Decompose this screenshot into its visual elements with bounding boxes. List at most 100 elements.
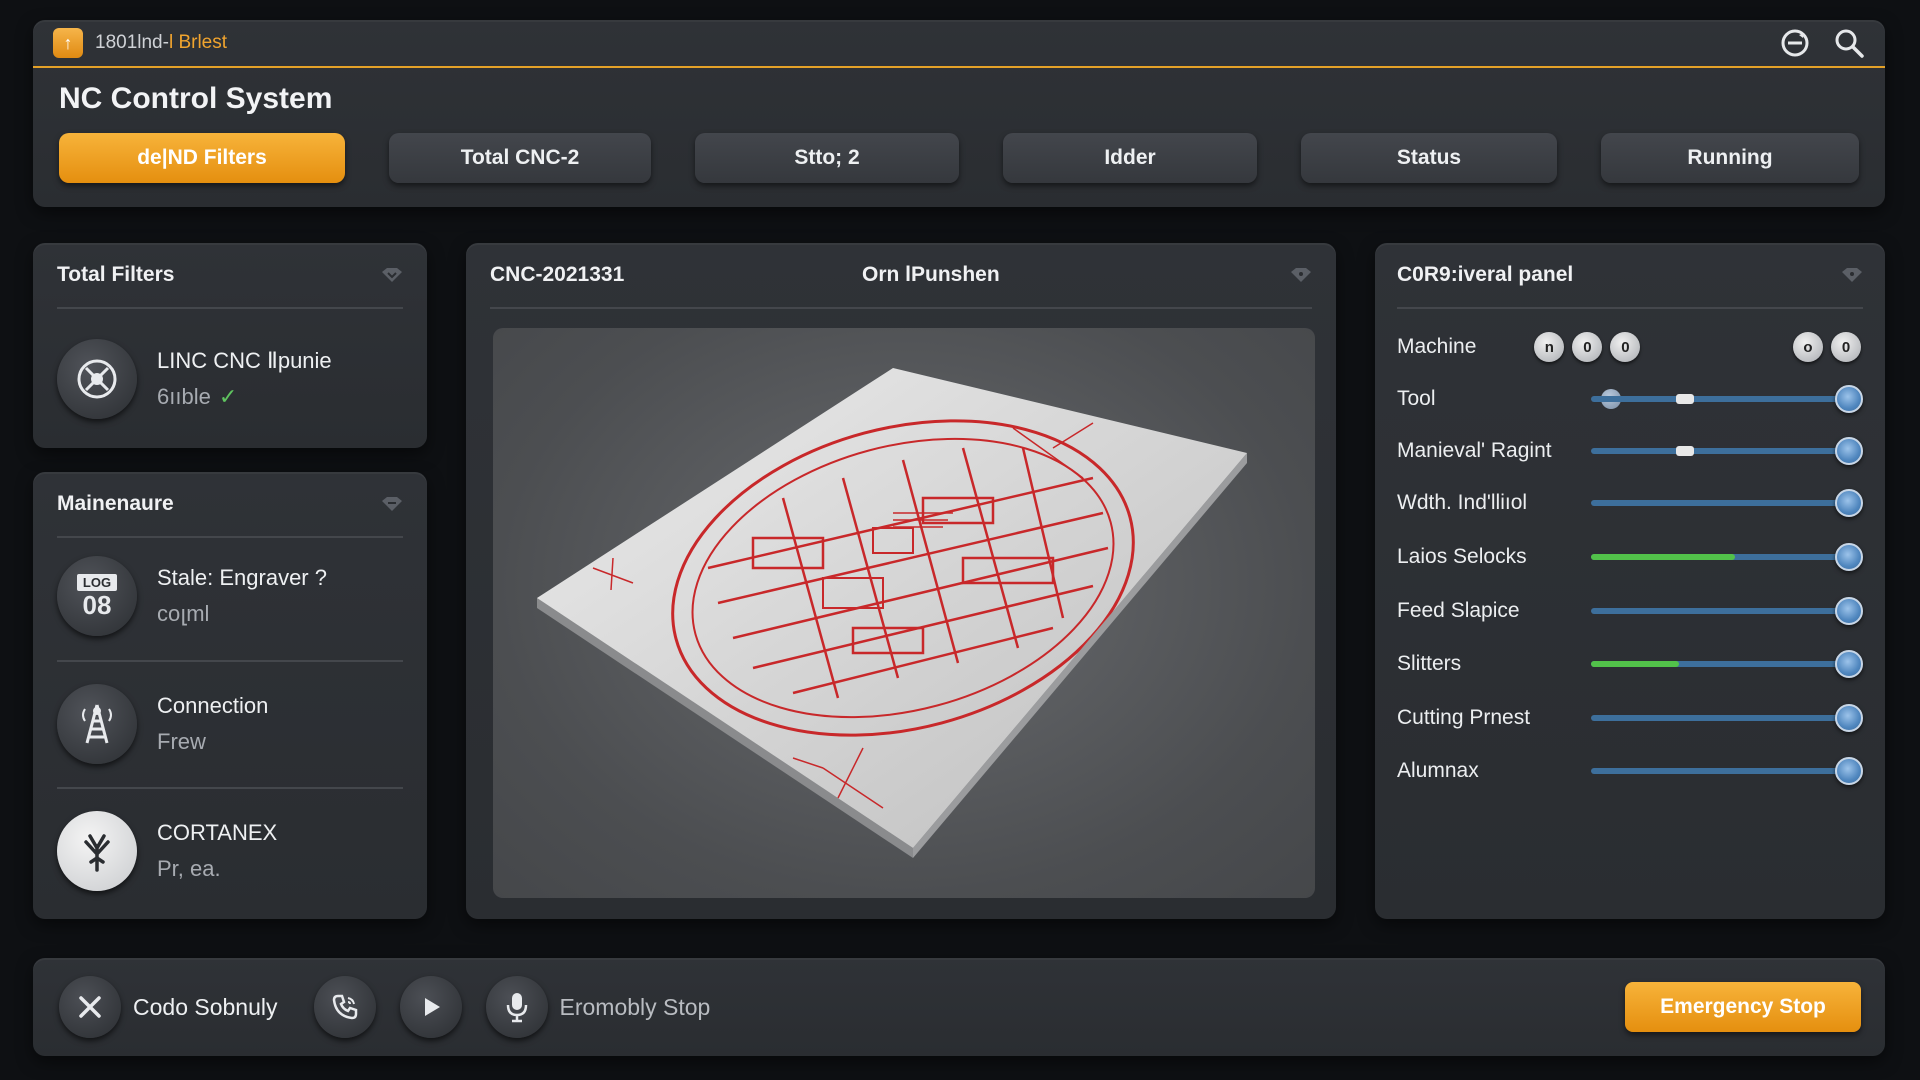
control-row: Laios Selocks [1397,537,1863,577]
machine-label: Machine [1397,335,1477,358]
app-logo-icon: ↑ [53,28,83,58]
list-item[interactable]: LOG 08 Stale: Engraver ? coլml [57,536,403,656]
app-name-prefix: 1801lnd- [95,32,169,53]
log-icon-number: 08 [82,589,112,620]
play-button[interactable] [399,976,462,1038]
slider-notch [1676,446,1694,456]
tree-icon [57,811,137,891]
control-row: Tool [1397,379,1863,419]
microphone-label: Eromobly Stop [559,993,711,1020]
search-icon[interactable] [1833,27,1865,59]
slider-thumb[interactable] [1835,650,1863,678]
machine-knob[interactable]: n [1534,332,1565,362]
maintenance-panel: Mainenaure LOG 08 Stale: Engraver ? coլm… [33,472,427,919]
slider-thumb[interactable] [1835,704,1863,732]
phone-icon [332,994,357,1020]
control-panel-title: C0R9:iveral panel [1397,263,1574,286]
workpiece-drawing[interactable] [493,328,1315,898]
control-panel: C0R9:iveral panel Machine n 0 0 o 0 Tool… [1375,243,1885,919]
close-label: Codo Sobnuly [133,993,278,1020]
control-slider[interactable] [1591,597,1863,625]
control-row: Cutting Prnest [1397,698,1863,738]
control-row: Feed Slapice [1397,591,1863,631]
machine-knob[interactable]: 0 [1610,332,1641,362]
item-sub: Frew [157,729,206,754]
item-name: CORTANEX [157,820,278,845]
list-item[interactable]: CORTANEX Pr, ea. [57,791,403,911]
item-sub: coլml [157,601,210,626]
collapse-icon[interactable] [1841,267,1863,283]
preview-panel-header: CNC-2021331 Orn lPunshen [490,243,1312,309]
collapse-icon[interactable] [381,496,403,512]
slider-thumb[interactable] [1835,543,1863,571]
tab-stto[interactable]: Stto; 2 [695,133,959,183]
control-slider[interactable] [1591,543,1863,571]
play-icon [424,998,440,1016]
machine-knob[interactable]: 0 [1572,332,1603,362]
log-icon: LOG 08 [57,556,137,636]
divider [57,787,403,789]
control-row-label: Wdth. Ind'lliıol [1397,491,1528,514]
control-panel-header: C0R9:iveral panel [1397,243,1863,309]
list-item[interactable]: Connection Frew [57,664,403,784]
slider-fill [1591,554,1736,560]
control-row: Wdth. Ind'lliıol [1397,483,1863,523]
tab-status[interactable]: Status [1301,133,1557,183]
machine-knob[interactable]: 0 [1831,332,1861,362]
control-slider[interactable] [1591,385,1863,413]
control-slider[interactable] [1591,489,1863,517]
check-icon: ✓ [218,384,238,409]
control-slider[interactable] [1591,704,1863,732]
bottom-toolbar: Codo Sobnuly Eromobly Stop Emergency Sto… [33,958,1885,1056]
tab-total-cnc[interactable]: Total CNC-2 [389,133,651,183]
tower-icon [57,684,137,764]
refresh-icon[interactable] [1779,27,1811,59]
filters-panel: Total Filters LINC CNC Ⅱpunie 6ııble ✓ [33,243,427,448]
tab-nd-filters[interactable]: de|ND Filters [59,133,345,183]
control-row-label: Alumnax [1397,759,1479,782]
app-name: 1801lnd-l Brlest [95,32,227,54]
slider-thumb[interactable] [1835,385,1863,413]
machine-knob[interactable]: o [1793,332,1823,362]
control-slider[interactable] [1591,437,1863,465]
log-icon-label: LOG [76,573,118,591]
machine-row: Machine n 0 0 o 0 [1397,327,1863,367]
item-name: Connection [157,693,269,718]
collapse-icon[interactable] [1290,267,1312,283]
page-title: NC Control System [59,82,333,115]
preview-subtitle: Orn lPunshen [862,263,1000,286]
emergency-stop-button[interactable]: Emergency Stop [1625,982,1861,1032]
slider-thumb[interactable] [1835,757,1863,785]
tab-running[interactable]: Running [1601,133,1859,183]
slider-thumb[interactable] [1835,597,1863,625]
filter-device-name: LINC CNC Ⅱpunie [157,348,332,373]
close-button[interactable] [59,976,121,1038]
maintenance-panel-title: Mainenaure [57,492,174,515]
phone-button[interactable] [313,976,376,1038]
maintenance-panel-header: Mainenaure [57,472,403,538]
3d-viewport[interactable] [493,328,1315,898]
collapse-icon[interactable] [381,267,403,283]
filter-device-row[interactable]: LINC CNC Ⅱpunie 6ııble ✓ [57,319,403,439]
control-row: Slitters [1397,644,1863,684]
filters-panel-header: Total Filters [57,243,403,309]
slider-notch [1676,394,1694,404]
slider-thumb[interactable] [1835,489,1863,517]
filters-panel-title: Total Filters [57,263,175,286]
control-slider[interactable] [1591,757,1863,785]
microphone-button[interactable] [485,976,548,1038]
control-row: Alumnax [1397,751,1863,791]
item-sub: Pr, ea. [157,856,221,881]
control-row-label: Laios Selocks [1397,545,1527,568]
control-row-label: Slitters [1397,652,1462,675]
slider-thumb[interactable] [1835,437,1863,465]
control-row-label: Feed Slapice [1397,599,1520,622]
tab-idder[interactable]: Idder [1003,133,1257,183]
control-slider[interactable] [1591,650,1863,678]
preview-panel: CNC-2021331 Orn lPunshen [466,243,1336,919]
app-name-accent: l Brlest [168,32,228,53]
close-icon [79,996,101,1018]
header-panel: ↑ 1801lnd-l Brlest NC Control System de|… [33,20,1885,207]
control-row-label: Manieval' Ragint [1397,439,1552,462]
slider-fill [1591,661,1679,667]
